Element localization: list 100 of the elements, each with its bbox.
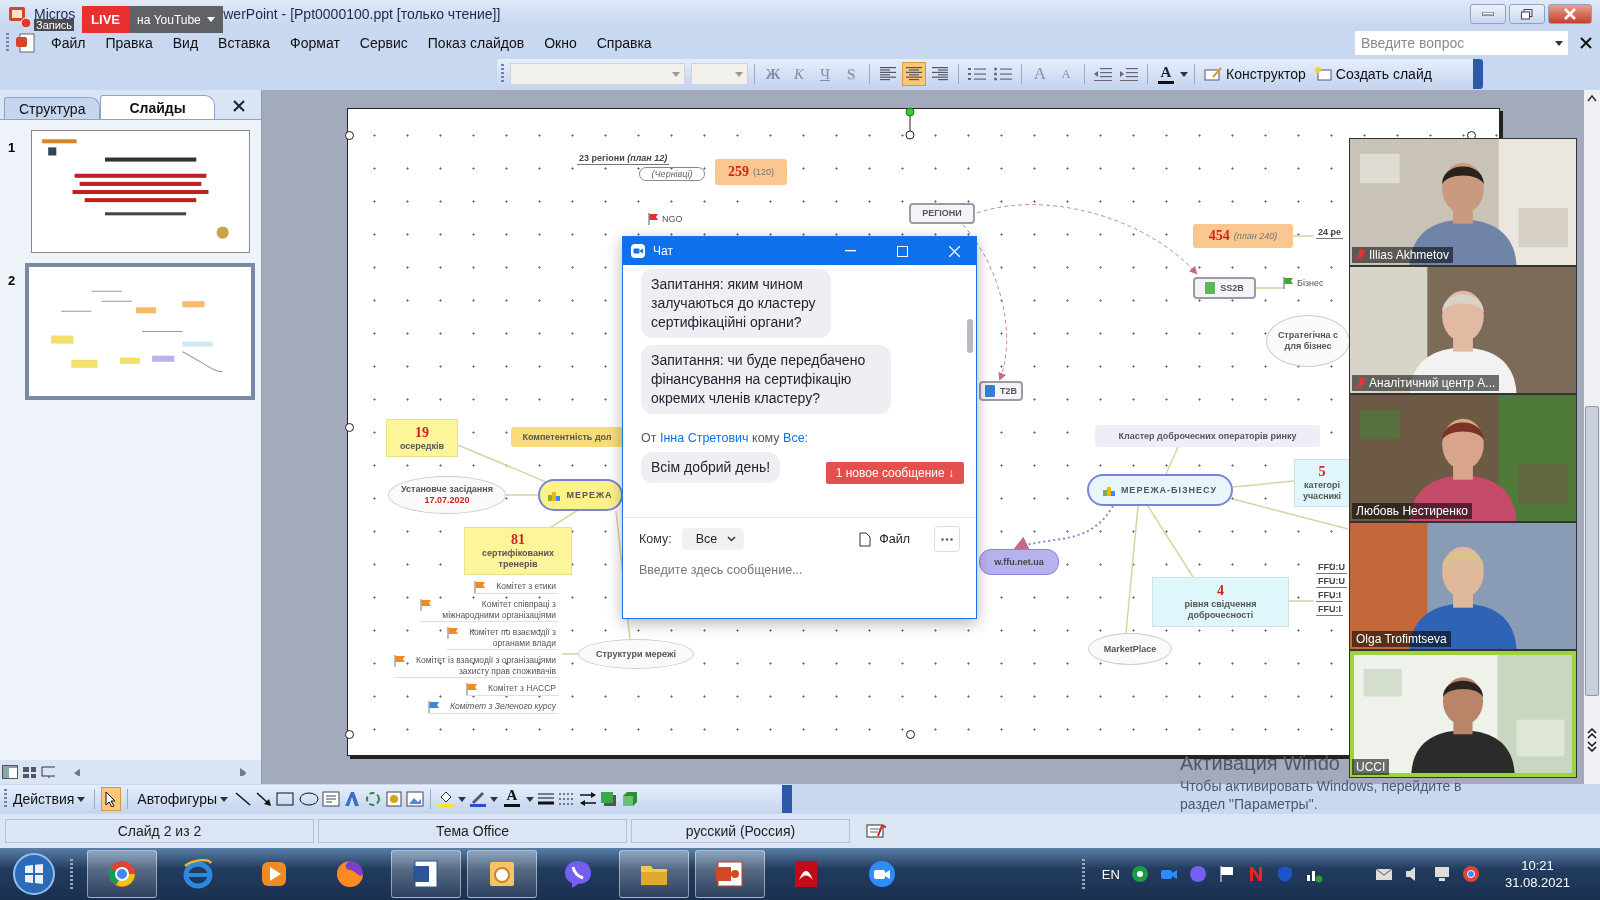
recipient-dropdown[interactable]: Все bbox=[681, 528, 745, 550]
dash-style-icon[interactable] bbox=[558, 791, 576, 807]
language-indicator[interactable]: EN bbox=[1101, 866, 1120, 882]
menu-item[interactable]: Формат bbox=[282, 32, 348, 54]
resize-handle[interactable] bbox=[906, 730, 915, 739]
menu-item[interactable]: Сервис bbox=[351, 32, 416, 54]
monitor-icon[interactable] bbox=[1432, 865, 1451, 883]
browser-icon[interactable] bbox=[1461, 865, 1480, 883]
scroll-right-icon[interactable] bbox=[239, 767, 247, 777]
pane-tab[interactable]: Структура bbox=[4, 97, 101, 119]
more-icon bbox=[941, 537, 953, 541]
ellipse-icon[interactable] bbox=[299, 791, 319, 807]
rectangle-icon[interactable] bbox=[276, 791, 296, 807]
flag-icon bbox=[1283, 277, 1294, 289]
3d-style-icon[interactable] bbox=[621, 791, 639, 807]
arrow-style-icon[interactable] bbox=[579, 791, 597, 807]
resize-handle[interactable] bbox=[345, 730, 354, 739]
topic-label: МЕРЕЖА-БІЗНЕСУ bbox=[1120, 484, 1218, 496]
more-button[interactable] bbox=[934, 526, 960, 552]
topic-label: Бізнес bbox=[1297, 277, 1324, 289]
new-slide-button[interactable]: Создать слайд bbox=[1310, 62, 1435, 86]
menu-item[interactable]: Показ слайдов bbox=[419, 32, 533, 54]
topic-box: РЕГІОНИ bbox=[909, 203, 975, 224]
browser-icon bbox=[334, 858, 366, 890]
scrollbar-thumb[interactable] bbox=[967, 319, 973, 353]
font-name-field[interactable] bbox=[510, 63, 685, 85]
help-search-field[interactable]: Введите вопрос bbox=[1355, 31, 1550, 55]
actions-menu[interactable]: Действия bbox=[10, 787, 89, 811]
menu-item[interactable]: Вставка bbox=[210, 32, 279, 54]
wordart-icon[interactable] bbox=[343, 791, 361, 807]
menu-item[interactable]: Окно bbox=[536, 32, 585, 54]
taskbar-button[interactable] bbox=[467, 850, 537, 898]
menu-item[interactable]: Справка bbox=[588, 32, 660, 54]
diagram-icon[interactable] bbox=[364, 791, 382, 807]
previous-slide-icon[interactable] bbox=[1587, 726, 1597, 740]
fill-bucket-icon[interactable] bbox=[437, 791, 455, 807]
designer-button[interactable]: Конструктор bbox=[1201, 62, 1309, 86]
menu-item[interactable]: Правка bbox=[97, 32, 161, 54]
select-button[interactable] bbox=[101, 787, 122, 811]
align-button[interactable] bbox=[902, 62, 926, 86]
taskbar-button[interactable] bbox=[87, 850, 157, 898]
taskbar-button[interactable] bbox=[695, 850, 765, 898]
line-style-icon[interactable] bbox=[537, 791, 555, 807]
caret-icon bbox=[1555, 40, 1563, 46]
close-icon[interactable] bbox=[233, 100, 245, 112]
flag-icon[interactable] bbox=[1217, 865, 1236, 883]
new-messages-button[interactable]: 1 новое сообщение ↓ bbox=[825, 462, 964, 484]
scrollbar-thumb[interactable] bbox=[1585, 406, 1599, 696]
picture-icon[interactable] bbox=[406, 791, 424, 807]
topic-label: FFU:I bbox=[1316, 590, 1343, 602]
close-icon[interactable] bbox=[1580, 37, 1592, 49]
taskbar-button[interactable] bbox=[391, 850, 461, 898]
line-icon[interactable] bbox=[234, 791, 252, 807]
committee-label: Комітет з Зеленого курсу bbox=[449, 701, 556, 712]
file-button[interactable]: Файл bbox=[859, 531, 910, 547]
connector-line bbox=[505, 494, 539, 496]
font-size-field[interactable] bbox=[691, 63, 748, 85]
resize-handle[interactable] bbox=[345, 131, 354, 140]
line-color-icon[interactable] bbox=[469, 791, 487, 807]
normal-view-icon[interactable] bbox=[2, 765, 18, 779]
bar-chart-icon bbox=[1102, 484, 1115, 496]
count-label: 259 bbox=[728, 164, 749, 180]
taskbar-button[interactable] bbox=[619, 850, 689, 898]
connector-line bbox=[1255, 287, 1284, 289]
ellipse-node: MarketPlace bbox=[1088, 633, 1172, 665]
autoshapes-menu[interactable]: Автофигуры bbox=[134, 787, 231, 811]
minimize-icon bbox=[1482, 12, 1494, 16]
font-color-button[interactable]: A bbox=[501, 787, 523, 811]
pointer-icon bbox=[105, 791, 118, 807]
close-button[interactable] bbox=[1548, 4, 1592, 24]
rotate-handle[interactable] bbox=[905, 107, 915, 140]
arrow-icon[interactable] bbox=[255, 791, 273, 807]
square-icon bbox=[985, 385, 995, 397]
resize-handle[interactable] bbox=[345, 423, 354, 432]
count-label: 19 bbox=[415, 424, 429, 441]
date-label: 17.07.2020 bbox=[424, 495, 470, 506]
scroll-left-icon[interactable] bbox=[73, 767, 81, 777]
font-color-button[interactable]: A bbox=[1154, 62, 1178, 86]
align-left-icon bbox=[880, 67, 896, 81]
topic-label: 24 ре bbox=[1316, 227, 1343, 239]
start-button[interactable] bbox=[12, 852, 56, 896]
slideshow-icon[interactable] bbox=[40, 765, 56, 779]
next-slide-icon[interactable] bbox=[1587, 740, 1597, 754]
note-label: сертифікованих тренерів bbox=[482, 548, 554, 570]
restore-button[interactable] bbox=[1509, 4, 1545, 24]
caret-icon bbox=[735, 71, 743, 77]
pane-tab[interactable]: Слайды bbox=[100, 95, 215, 119]
sync-icon[interactable] bbox=[1130, 865, 1149, 883]
stream-target-dropdown[interactable]: на YouTube bbox=[129, 6, 223, 33]
link-pill: w.ffu.net.ua bbox=[979, 549, 1059, 575]
caret-icon bbox=[490, 796, 498, 802]
phone-icon[interactable] bbox=[1188, 865, 1207, 883]
shadow-style-icon[interactable] bbox=[600, 791, 618, 807]
chat-message: Всім добрий день! bbox=[641, 452, 781, 483]
clipart-icon[interactable] bbox=[385, 791, 403, 807]
menu-item[interactable]: Вид bbox=[164, 32, 207, 54]
sorter-view-icon[interactable] bbox=[21, 765, 37, 779]
dropdown-button[interactable] bbox=[1550, 31, 1568, 55]
menu-item[interactable]: Файл bbox=[43, 32, 94, 54]
clock[interactable]: 10:21 31.08.2021 bbox=[1504, 857, 1570, 891]
